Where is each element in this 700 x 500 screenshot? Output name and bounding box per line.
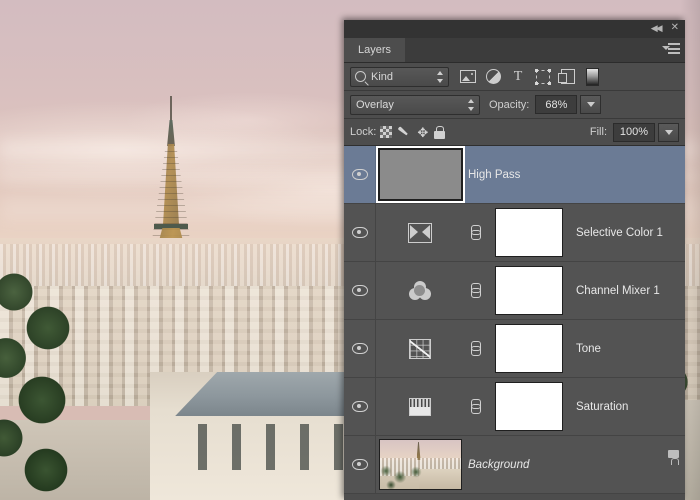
curves-icon	[409, 338, 431, 359]
opacity-label: Opacity:	[489, 98, 530, 111]
layer-name[interactable]: Channel Mixer 1	[572, 285, 685, 297]
fill-slider-button[interactable]	[658, 122, 679, 142]
layer-name[interactable]: Saturation	[572, 401, 685, 413]
layer-visibility-toggle[interactable]	[344, 146, 376, 203]
tab-layers[interactable]: Layers	[344, 38, 406, 62]
layer-name[interactable]: Selective Color 1	[572, 227, 685, 239]
table-row[interactable]: Tone	[344, 320, 685, 378]
mask-link-toggle[interactable]	[464, 262, 486, 319]
layer-list: High Pass Selective Color 1 Channel Mixe…	[344, 146, 685, 494]
link-icon	[471, 283, 481, 298]
filter-shape-layers-icon[interactable]	[532, 66, 554, 88]
lock-all-icon[interactable]	[429, 122, 449, 142]
paris-photo-thumbnail	[378, 439, 462, 490]
layer-name[interactable]: Tone	[572, 343, 685, 355]
tab-layers-label: Layers	[358, 44, 392, 56]
layer-mask-thumbnail[interactable]	[486, 320, 572, 377]
eye-icon	[351, 343, 368, 354]
eye-icon	[351, 401, 368, 412]
blend-mode-stepper-icon[interactable]	[468, 98, 475, 111]
layer-thumbnail[interactable]	[376, 436, 464, 493]
layer-thumbnail[interactable]	[376, 262, 464, 319]
lock-image-pixels-icon[interactable]	[396, 122, 416, 142]
collapse-to-icons-icon[interactable]: ◀◀	[651, 23, 663, 33]
fill-label: Fill:	[589, 126, 607, 138]
hue-saturation-icon	[409, 397, 431, 416]
mask-link-toggle[interactable]	[464, 320, 486, 377]
filter-type-layers-icon[interactable]: T	[507, 66, 529, 88]
layer-name[interactable]: Background	[464, 459, 685, 471]
layer-visibility-toggle[interactable]	[344, 378, 376, 435]
app-window: ◀◀ ✕ Layers Kind T Overlay Opacity: 68% …	[0, 0, 700, 500]
link-icon	[471, 341, 481, 356]
lock-label: Lock:	[350, 126, 377, 138]
lock-position-icon[interactable]: ✥	[416, 126, 429, 139]
lock-transparent-pixels-icon[interactable]	[376, 122, 396, 142]
blend-opacity-row: Overlay Opacity: 68%	[344, 91, 685, 119]
table-row[interactable]: High Pass	[344, 146, 685, 204]
layer-mask-thumbnail[interactable]	[486, 378, 572, 435]
updown-stepper-icon[interactable]	[437, 70, 444, 83]
table-row[interactable]: Saturation	[344, 378, 685, 436]
layer-thumbnail[interactable]	[376, 204, 464, 261]
mask-thumbnail-image	[495, 324, 563, 373]
close-icon[interactable]: ✕	[671, 23, 679, 33]
filter-pixel-layers-icon[interactable]	[457, 66, 479, 88]
eye-icon	[351, 169, 368, 180]
filter-kind-label: Kind	[371, 70, 394, 83]
panel-menu-icon[interactable]	[662, 43, 680, 56]
layer-visibility-toggle[interactable]	[344, 320, 376, 377]
panel-titlebar: ◀◀ ✕	[344, 20, 685, 38]
layer-visibility-toggle[interactable]	[344, 436, 376, 493]
layer-visibility-toggle[interactable]	[344, 204, 376, 261]
link-icon	[471, 399, 481, 414]
layers-panel: ◀◀ ✕ Layers Kind T Overlay Opacity: 68% …	[344, 20, 685, 500]
blend-mode-select[interactable]: Overlay	[350, 94, 480, 115]
search-icon	[355, 71, 366, 82]
layer-mask-thumbnail[interactable]	[486, 262, 572, 319]
panel-empty-area	[344, 494, 685, 500]
layer-name[interactable]: High Pass	[464, 169, 685, 181]
table-row[interactable]: Selective Color 1	[344, 204, 685, 262]
fill-input[interactable]: 100%	[613, 122, 655, 142]
table-row[interactable]: Channel Mixer 1	[344, 262, 685, 320]
filter-kind-select[interactable]: Kind	[350, 66, 449, 87]
eye-icon	[351, 459, 368, 470]
blend-mode-value: Overlay	[356, 98, 394, 111]
panel-tab-strip: Layers	[344, 38, 685, 63]
layer-filter-row: Kind T	[344, 63, 685, 91]
layer-mask-thumbnail[interactable]	[486, 204, 572, 261]
table-row[interactable]: Background	[344, 436, 685, 494]
channel-mixer-icon	[409, 280, 431, 301]
mask-thumbnail-image	[495, 208, 563, 257]
layer-thumbnail[interactable]	[376, 320, 464, 377]
smart-object-thumbnail	[375, 146, 465, 203]
opacity-input[interactable]: 68%	[535, 95, 578, 114]
filter-enable-toggle-icon[interactable]	[586, 67, 599, 86]
filter-smart-objects-icon[interactable]	[557, 66, 579, 88]
layer-thumbnail[interactable]	[376, 378, 464, 435]
lock-row: Lock: ✥ Fill: 100%	[344, 119, 685, 146]
layer-thumbnail[interactable]	[375, 146, 465, 203]
photo-trees-left	[0, 262, 112, 500]
link-icon	[471, 225, 481, 240]
mask-link-toggle[interactable]	[464, 378, 486, 435]
filter-adjustment-layers-icon[interactable]	[482, 66, 504, 88]
mask-thumbnail-image	[495, 266, 563, 315]
opacity-slider-button[interactable]	[580, 95, 602, 114]
mask-link-toggle[interactable]	[464, 204, 486, 261]
layer-visibility-toggle[interactable]	[344, 262, 376, 319]
mask-thumbnail-image	[495, 382, 563, 431]
selective-color-icon	[408, 222, 432, 243]
eye-icon	[351, 227, 368, 238]
eye-icon	[351, 285, 368, 296]
